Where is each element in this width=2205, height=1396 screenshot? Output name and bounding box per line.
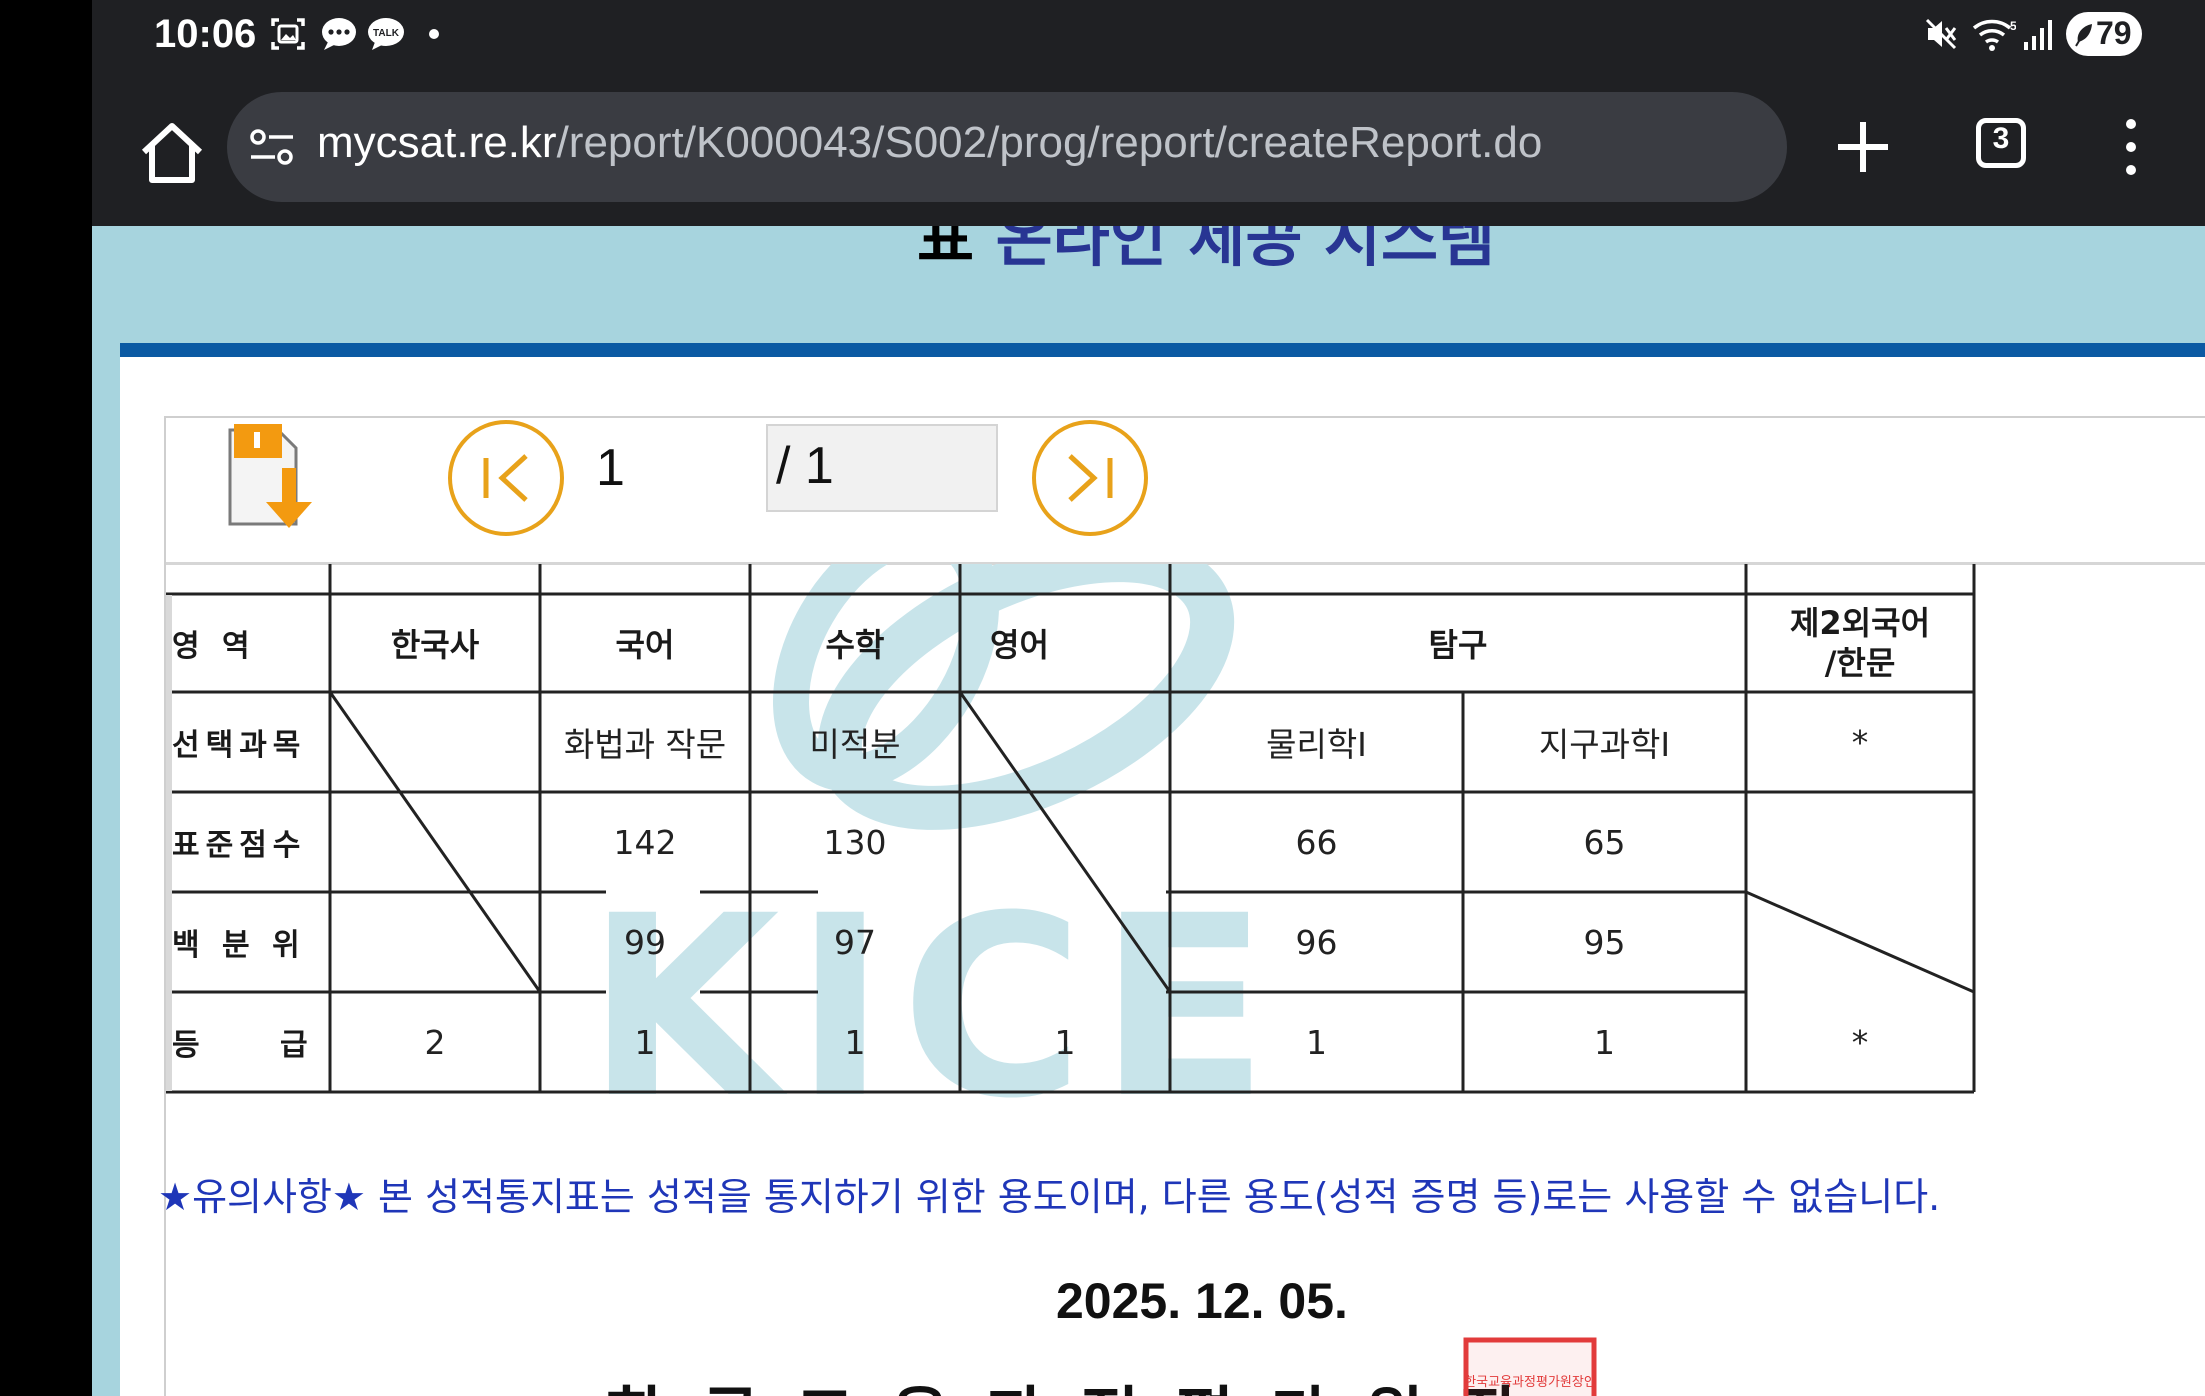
status-bar: 10:06 TALK 5 79 xyxy=(92,0,2205,84)
pct-korean: 99 xyxy=(624,922,666,962)
score-report: KICE 영 역 한국사 국어 수학 영어 탐구 제2외국어 /한문 선택과목 … xyxy=(166,564,2026,1394)
wifi-icon: 5 xyxy=(1972,19,2016,51)
grade-inquiry2: 1 xyxy=(1594,1022,1615,1062)
tab-count: 3 xyxy=(1992,122,2010,155)
site-settings-icon[interactable] xyxy=(249,126,295,168)
url-text: mycsat.re.kr/report/K000043/S002/prog/re… xyxy=(317,118,1542,168)
total-pages: / 1 xyxy=(776,437,834,495)
label-percentile: 백 분 위 xyxy=(172,928,306,963)
url-path: /report/K000043/S002/prog/report/createR… xyxy=(556,118,1543,167)
web-page: 표 온라인 제공 시스템 1 / 1 KICE 영 역 한국사 국어 수학 영어… xyxy=(92,226,2205,1396)
grade-korean-history: 2 xyxy=(424,1022,446,1062)
address-bar[interactable]: mycsat.re.kr/report/K000043/S002/prog/re… xyxy=(227,92,1787,202)
issue-date: 2025. 12. 05. xyxy=(1056,1273,1348,1329)
subject-math: 미적분 xyxy=(809,725,901,764)
std-inquiry2: 65 xyxy=(1583,822,1626,862)
mute-icon xyxy=(1925,18,1957,50)
header-korean: 국어 xyxy=(615,626,675,664)
grade-second-language: * xyxy=(1851,1022,1869,1062)
current-page-input[interactable]: 1 xyxy=(596,438,625,498)
seal-text: 한국교육과정평가원장인 xyxy=(1464,1375,1596,1390)
grade-english: 1 xyxy=(1054,1022,1076,1062)
total-pages-box: / 1 xyxy=(766,424,998,512)
screen-edge xyxy=(0,0,92,1396)
std-inquiry1: 66 xyxy=(1295,822,1338,862)
header-math: 수학 xyxy=(825,626,885,664)
battery-icon: 79 xyxy=(2066,12,2142,56)
header-inquiry: 탐구 xyxy=(1428,626,1488,664)
label-grade: 등 급 xyxy=(172,1028,308,1063)
talk-icon: TALK xyxy=(368,18,404,50)
save-download-button[interactable] xyxy=(210,418,340,542)
pct-math: 97 xyxy=(834,922,876,962)
official-seal: 한국교육과정평가원장인 xyxy=(1463,1337,1597,1396)
grade-inquiry1: 1 xyxy=(1306,1022,1327,1062)
screenshot-icon xyxy=(271,18,305,50)
header-area: 영 역 xyxy=(172,629,256,664)
subject-korean: 화법과 작문 xyxy=(563,725,727,764)
std-korean: 142 xyxy=(613,822,677,862)
dot-icon xyxy=(429,29,439,39)
banner-title: 표 온라인 제공 시스템 xyxy=(917,226,1496,275)
chat-bubble-icon xyxy=(322,18,356,50)
more-menu-button[interactable] xyxy=(2116,114,2146,180)
viewer-toolbar: 1 / 1 xyxy=(166,416,2205,565)
pct-inquiry1: 96 xyxy=(1295,922,1338,962)
pct-inquiry2: 95 xyxy=(1583,922,1626,962)
grade-korean: 1 xyxy=(634,1022,656,1062)
subject-inquiry1: 물리학Ⅰ xyxy=(1266,725,1367,764)
grade-math: 1 xyxy=(844,1022,866,1062)
battery-level: 79 xyxy=(2096,15,2132,51)
home-button[interactable] xyxy=(130,112,214,196)
last-page-button[interactable] xyxy=(1030,418,1150,538)
new-tab-button[interactable] xyxy=(1830,114,1896,180)
report-viewer: 1 / 1 KICE 영 역 한국사 국어 수학 영어 탐구 제2외국어 /한문… xyxy=(158,416,2205,1396)
std-math: 130 xyxy=(823,822,887,862)
subject-second-language: * xyxy=(1851,722,1869,762)
signal-icon xyxy=(2024,20,2052,50)
banner-divider xyxy=(120,343,2205,357)
subject-inquiry2: 지구과학Ⅰ xyxy=(1538,725,1671,764)
header-second-language: 제2외국어 /한문 xyxy=(1789,604,1931,682)
label-subject: 선택과목 xyxy=(172,728,307,763)
svg-text:5: 5 xyxy=(2010,19,2016,33)
header-english: 영어 xyxy=(990,626,1049,664)
notice-text: ★유의사항★ 본 성적통지표는 성적을 통지하기 위한 용도이며, 다른 용도(… xyxy=(158,1175,1941,1219)
svg-text:TALK: TALK xyxy=(373,28,400,39)
issuer-name: 한국교육과정평가원장 xyxy=(606,1366,1555,1396)
first-page-button[interactable] xyxy=(446,418,566,538)
tab-switcher-button[interactable]: 3 xyxy=(1972,114,2036,178)
browser-toolbar: mycsat.re.kr/report/K000043/S002/prog/re… xyxy=(92,84,2205,226)
clock: 10:06 xyxy=(154,12,257,56)
label-std-score: 표준점수 xyxy=(172,828,307,863)
url-host: mycsat.re.kr xyxy=(317,118,557,167)
header-korean-history: 한국사 xyxy=(390,626,480,664)
